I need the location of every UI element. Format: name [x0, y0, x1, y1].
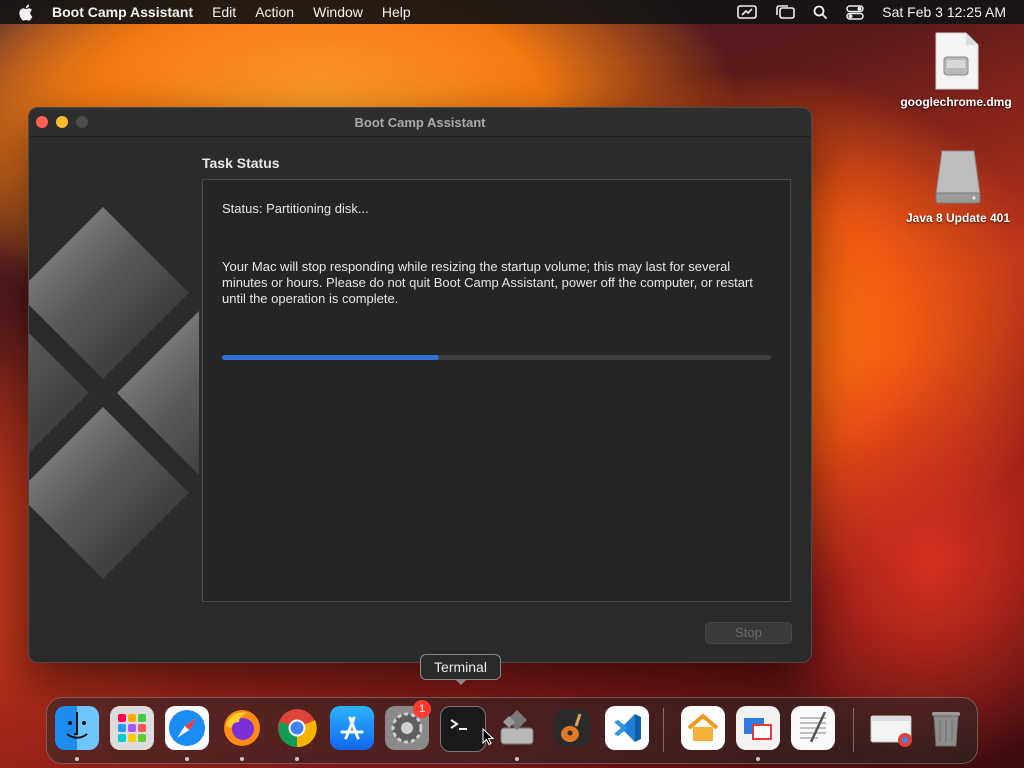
desktop-item-googlechrome-dmg[interactable]: googlechrome.dmg [896, 31, 1016, 110]
window-title: Boot Camp Assistant [354, 115, 486, 130]
dock-separator [663, 708, 664, 752]
terminal-icon[interactable] [440, 706, 486, 752]
stop-button[interactable]: Stop [705, 622, 792, 644]
running-indicator [515, 757, 519, 761]
status-text: Status: Partitioning disk... [222, 201, 369, 216]
chrome-icon[interactable] [275, 706, 319, 750]
vscode-icon[interactable] [605, 706, 649, 750]
chrome-installer-icon[interactable] [869, 706, 913, 750]
finder-icon[interactable] [55, 706, 99, 750]
running-indicator [756, 757, 760, 761]
parallels-icon[interactable] [736, 706, 780, 750]
running-indicator [75, 757, 79, 761]
menu-clock[interactable]: Sat Feb 3 12:25 AM [882, 4, 1006, 20]
disk-image-icon [896, 31, 1016, 95]
app-store-icon[interactable] [330, 706, 374, 750]
boot-camp-window: Boot Camp Assistant Task Status Status: … [28, 107, 812, 663]
spotlight-search-icon[interactable] [813, 5, 828, 20]
running-indicator [295, 757, 299, 761]
dock-tooltip: Terminal [420, 654, 501, 685]
task-status-panel: Status: Partitioning disk... Your Mac wi… [202, 179, 791, 602]
menu-window[interactable]: Window [313, 4, 363, 20]
menu-bar: Boot Camp Assistant Edit Action Window H… [0, 0, 1024, 24]
screen-mirroring-icon[interactable] [737, 5, 758, 19]
running-indicator [185, 757, 189, 761]
home-icon[interactable] [681, 706, 725, 750]
menu-edit[interactable]: Edit [212, 4, 236, 20]
menu-action[interactable]: Action [255, 4, 294, 20]
warning-text: Your Mac will stop responding while resi… [222, 259, 753, 306]
launchpad-icon[interactable] [110, 706, 154, 750]
boot-camp-icon[interactable] [495, 706, 539, 750]
system-settings-icon[interactable]: 1 [385, 700, 431, 750]
garageband-icon[interactable] [550, 706, 594, 750]
safari-icon[interactable] [165, 706, 209, 750]
apple-menu-icon[interactable] [18, 4, 34, 21]
notification-badge: 1 [413, 700, 431, 718]
external-drive-icon [898, 147, 1018, 211]
desktop-item-label: googlechrome.dmg [900, 95, 1012, 109]
stage-manager-icon[interactable] [775, 5, 796, 19]
section-title: Task Status [202, 155, 280, 171]
menu-app-name[interactable]: Boot Camp Assistant [52, 4, 193, 20]
dock: 1 [46, 697, 978, 764]
progress-fill [222, 355, 439, 360]
desktop-item-java-volume[interactable]: Java 8 Update 401 [898, 147, 1018, 226]
menu-help[interactable]: Help [382, 4, 411, 20]
mouse-cursor-icon [482, 727, 495, 751]
desktop-item-label: Java 8 Update 401 [905, 211, 1011, 225]
trash-icon[interactable] [924, 706, 968, 750]
running-indicator [240, 757, 244, 761]
window-titlebar[interactable]: Boot Camp Assistant [29, 108, 811, 137]
dock-separator [853, 708, 854, 752]
textedit-icon[interactable] [791, 706, 835, 750]
progress-bar [222, 355, 771, 360]
control-center-icon[interactable] [846, 4, 864, 20]
boot-camp-logo-icon [29, 137, 289, 662]
firefox-icon[interactable] [220, 706, 264, 750]
